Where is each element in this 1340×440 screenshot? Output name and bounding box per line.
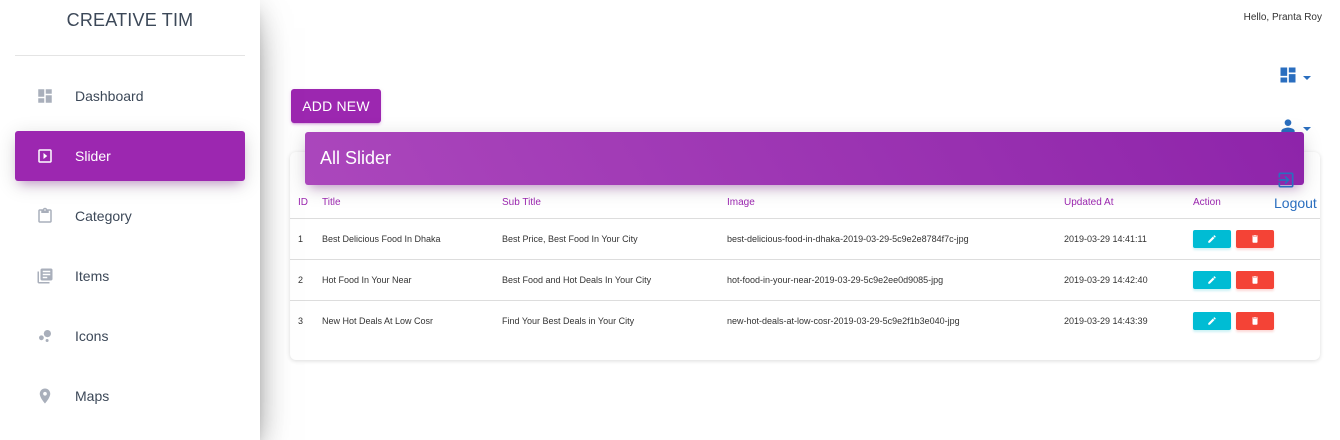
table-row: 3 New Hot Deals At Low Cosr Find Your Be… bbox=[290, 300, 1320, 341]
cell-action bbox=[1193, 218, 1320, 260]
table-row: 2 Hot Food In Your Near Best Food and Ho… bbox=[290, 259, 1320, 301]
column-header-subtitle: Sub Title bbox=[502, 188, 727, 219]
location-pin-icon bbox=[35, 386, 55, 406]
user-greeting: Hello, Pranta Roy bbox=[1243, 12, 1322, 23]
sidebar-item-slider[interactable]: Slider bbox=[15, 131, 245, 181]
sidebar-item-icons[interactable]: Icons bbox=[15, 311, 245, 361]
card-header: All Slider bbox=[305, 132, 1304, 185]
column-header-updated: Updated At bbox=[1064, 188, 1193, 219]
sidebar-item-label: Dashboard bbox=[75, 88, 144, 104]
clipboard-icon bbox=[35, 206, 55, 226]
table-header-row: ID Title Sub Title Image Updated At Acti… bbox=[290, 188, 1320, 219]
trash-icon bbox=[1252, 317, 1258, 325]
delete-button[interactable] bbox=[1236, 270, 1274, 289]
card-title: All Slider bbox=[320, 148, 392, 168]
pencil-icon bbox=[1208, 234, 1216, 243]
cell-image: best-delicious-food-in-dhaka-2019-03-29-… bbox=[727, 218, 1064, 260]
trash-icon bbox=[1252, 275, 1258, 284]
cell-title: New Hot Deals At Low Cosr bbox=[322, 315, 434, 326]
cell-id: 2 bbox=[290, 259, 322, 301]
pencil-icon bbox=[1208, 275, 1216, 284]
cell-updated: 2019-03-29 14:41:11 bbox=[1064, 218, 1193, 260]
library-books-icon bbox=[35, 266, 55, 286]
edit-button[interactable] bbox=[1193, 270, 1231, 289]
caret-down-icon bbox=[1303, 126, 1311, 131]
sidebar-item-items[interactable]: Items bbox=[15, 251, 245, 301]
edit-button[interactable] bbox=[1193, 229, 1231, 248]
pencil-icon bbox=[1208, 316, 1216, 325]
bubble-chart-icon bbox=[35, 326, 55, 346]
cell-action bbox=[1193, 259, 1320, 301]
cell-id: 1 bbox=[290, 218, 322, 260]
brand-logo-text[interactable]: CREATIVE TIM bbox=[15, 0, 245, 56]
column-header-image: Image bbox=[727, 188, 1064, 219]
cell-id: 3 bbox=[298, 315, 304, 326]
logout-link[interactable]: Logout bbox=[1274, 170, 1317, 211]
dashboard-menu-toggle[interactable] bbox=[1278, 65, 1311, 90]
sidebar-item-label: Icons bbox=[75, 328, 109, 344]
logout-label: Logout bbox=[1274, 195, 1317, 211]
cell-action bbox=[1193, 300, 1320, 341]
caret-down-icon bbox=[1303, 75, 1311, 80]
sidebar-item-label: Maps bbox=[75, 388, 110, 404]
add-new-button[interactable]: ADD NEW bbox=[291, 89, 381, 123]
table-row: 1 Best Delicious Food In Dhaka Best Pric… bbox=[290, 218, 1320, 260]
sidebar-item-label: Slider bbox=[75, 148, 111, 164]
sidebar-nav: Dashboard Slider Category Items Icons Ma… bbox=[0, 71, 260, 421]
dashboard-icon bbox=[1278, 65, 1298, 90]
slider-table: ID Title Sub Title Image Updated At Acti… bbox=[290, 188, 1320, 341]
cell-subtitle: Best Food and Hot Deals In Your City bbox=[502, 259, 727, 301]
edit-button[interactable] bbox=[1193, 311, 1231, 330]
sidebar-item-category[interactable]: Category bbox=[15, 191, 245, 241]
cell-image: new-hot-deals-at-low-cosr-2019-03-29-5c9… bbox=[727, 315, 960, 326]
column-header-title: Title bbox=[322, 188, 502, 219]
trash-icon bbox=[1252, 234, 1258, 243]
column-header-id: ID bbox=[290, 188, 322, 219]
slideshow-icon bbox=[35, 146, 55, 166]
cell-subtitle: Find Your Best Deals in Your City bbox=[502, 315, 635, 326]
delete-button[interactable] bbox=[1236, 229, 1274, 248]
logout-icon bbox=[1276, 170, 1296, 195]
cell-updated: 2019-03-29 14:42:40 bbox=[1064, 259, 1193, 301]
sidebar-item-maps[interactable]: Maps bbox=[15, 371, 245, 421]
cell-updated: 2019-03-29 14:43:39 bbox=[1064, 315, 1148, 326]
cell-subtitle: Best Price, Best Food In Your City bbox=[502, 218, 727, 260]
cell-title: Best Delicious Food In Dhaka bbox=[322, 218, 502, 260]
cell-image: hot-food-in-your-near-2019-03-29-5c9e2ee… bbox=[727, 259, 1064, 301]
sidebar-item-dashboard[interactable]: Dashboard bbox=[15, 71, 245, 121]
cell-title: Hot Food In Your Near bbox=[322, 259, 502, 301]
sidebar-item-label: Items bbox=[75, 268, 110, 284]
delete-button[interactable] bbox=[1236, 311, 1274, 330]
dashboard-icon bbox=[35, 86, 55, 106]
sidebar: CREATIVE TIM Dashboard Slider Category I… bbox=[0, 0, 260, 440]
sidebar-item-label: Category bbox=[75, 208, 132, 224]
